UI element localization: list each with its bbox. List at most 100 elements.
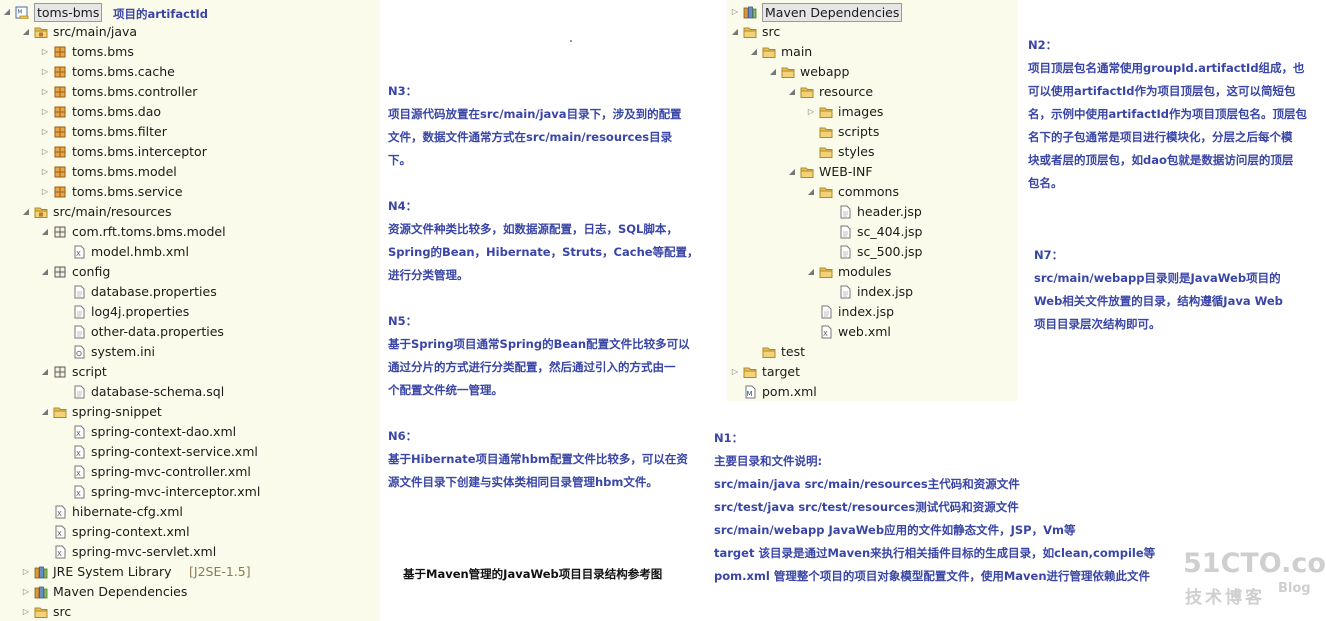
tree-item[interactable]: test	[727, 342, 1018, 362]
tree-item[interactable]: index.jsp	[727, 282, 1018, 302]
folder-icon	[781, 65, 795, 79]
tree-item[interactable]: header.jsp	[727, 202, 1018, 222]
note-n4: N4： 资源文件种类比较多，如数据源配置，日志，SQL脚本， Spring的Bean…	[388, 195, 699, 287]
tree-item[interactable]: ◢ script	[0, 362, 380, 382]
tree-item[interactable]: ◢ main	[727, 42, 1018, 62]
expanded-arrow-icon[interactable]: ◢	[806, 182, 816, 202]
tree-item[interactable]: Xhibernate-cfg.xml	[0, 502, 380, 522]
note-line: src/test/java src/test/resources测试代码和资源文…	[714, 500, 1019, 514]
tree-item[interactable]: ▷ toms.bms.filter	[0, 122, 380, 142]
collapsed-arrow-icon[interactable]: ▷	[40, 102, 50, 122]
svg-text:X: X	[76, 450, 81, 458]
expanded-arrow-icon[interactable]: ◢	[40, 262, 50, 282]
tree-item-label: toms.bms.controller	[72, 84, 198, 99]
collapsed-arrow-icon[interactable]: ▷	[21, 562, 31, 582]
expanded-arrow-icon[interactable]: ◢	[787, 82, 797, 102]
tree-item[interactable]: Xweb.xml	[727, 322, 1018, 342]
tree-item-label: images	[838, 104, 884, 119]
collapsed-arrow-icon[interactable]: ▷	[40, 62, 50, 82]
tree-item[interactable]: ▷ src	[0, 602, 380, 621]
tree-item[interactable]: Xspring-mvc-controller.xml	[0, 462, 380, 482]
maven-file-icon: M	[743, 385, 757, 399]
note-n7: N7： src/main/webapp目录则是JavaWeb项目的 Web相关文件放…	[1034, 244, 1283, 336]
tree-item-label: src	[762, 24, 781, 39]
expanded-arrow-icon[interactable]: ◢	[40, 222, 50, 242]
expanded-arrow-icon[interactable]: ◢	[768, 62, 778, 82]
collapsed-arrow-icon[interactable]: ▷	[40, 42, 50, 62]
collapsed-arrow-icon[interactable]: ▷	[40, 142, 50, 162]
tree-item[interactable]: ▷ Maven Dependencies	[727, 2, 1018, 22]
expanded-arrow-icon[interactable]: ◢	[806, 262, 816, 282]
collapsed-arrow-icon[interactable]: ▷	[40, 182, 50, 202]
watermark-blog: Blog	[1278, 581, 1311, 596]
tree-item[interactable]: ▷ toms.bms.model	[0, 162, 380, 182]
tree-item[interactable]: Xmodel.hmb.xml	[0, 242, 380, 262]
expanded-arrow-icon[interactable]: ◢	[749, 42, 759, 62]
expanded-arrow-icon[interactable]: ◢	[40, 402, 50, 422]
tree-item[interactable]: ◢ com.rft.toms.bms.model	[0, 222, 380, 242]
expanded-arrow-icon[interactable]: ◢	[730, 22, 740, 42]
tree-item[interactable]: Mpom.xml	[727, 382, 1018, 401]
source-folder-icon	[34, 25, 48, 39]
tree-item[interactable]: ◢ resource	[727, 82, 1018, 102]
tree-item[interactable]: ▷ toms.bms.cache	[0, 62, 380, 82]
tree-item[interactable]: ◢ src	[727, 22, 1018, 42]
tree-item[interactable]: ▷ toms.bms.dao	[0, 102, 380, 122]
collapsed-arrow-icon[interactable]: ▷	[40, 82, 50, 102]
tree-item[interactable]: ▷ toms.bms	[0, 42, 380, 62]
note-line: 项目顶层包名通常使用groupId.artifactId组成，也	[1028, 61, 1305, 75]
tree-item[interactable]: Xspring-context-service.xml	[0, 442, 380, 462]
tree-item[interactable]: ▷ images	[727, 102, 1018, 122]
tree-item-label: test	[781, 344, 806, 359]
collapsed-arrow-icon[interactable]: ▷	[730, 2, 740, 22]
expanded-arrow-icon[interactable]: ◢	[2, 2, 12, 22]
expanded-arrow-icon[interactable]: ◢	[21, 202, 31, 222]
tree-item[interactable]: log4j.properties	[0, 302, 380, 322]
tree-item[interactable]: ▷ toms.bms.service	[0, 182, 380, 202]
resource-package-icon	[53, 365, 67, 379]
tree-item[interactable]: database-schema.sql	[0, 382, 380, 402]
tree-item[interactable]: ◢ commons	[727, 182, 1018, 202]
collapsed-arrow-icon[interactable]: ▷	[21, 602, 31, 621]
tree-item[interactable]: Xspring-context.xml	[0, 522, 380, 542]
tree-item[interactable]: styles	[727, 142, 1018, 162]
collapsed-arrow-icon[interactable]: ▷	[21, 582, 31, 602]
tree-item[interactable]: index.jsp	[727, 302, 1018, 322]
tree-item[interactable]: ◢ src/main/resources	[0, 202, 380, 222]
tree-item-label: header.jsp	[857, 204, 922, 219]
tree-item-suffix: [J2SE-1.5]	[189, 564, 251, 579]
tree-item[interactable]: Xspring-mvc-interceptor.xml	[0, 482, 380, 502]
collapsed-arrow-icon[interactable]: ▷	[806, 102, 816, 122]
tree-item[interactable]: sc_500.jsp	[727, 242, 1018, 262]
tree-item[interactable]: ◢ webapp	[727, 62, 1018, 82]
tree-item[interactable]: ◢ src/main/java	[0, 22, 380, 42]
tree-item[interactable]: database.properties	[0, 282, 380, 302]
expanded-arrow-icon[interactable]: ◢	[787, 162, 797, 182]
folder-icon	[800, 165, 814, 179]
tree-item[interactable]: Xspring-context-dao.xml	[0, 422, 380, 442]
tree-item[interactable]: ▷ toms.bms.interceptor	[0, 142, 380, 162]
tree-item[interactable]: ◢ WEB-INF	[727, 162, 1018, 182]
tree-item[interactable]: other-data.properties	[0, 322, 380, 342]
expanded-arrow-icon[interactable]: ◢	[40, 362, 50, 382]
collapsed-arrow-icon[interactable]: ▷	[40, 162, 50, 182]
tree-item[interactable]: ◢ config	[0, 262, 380, 282]
tree-item[interactable]: ▷ target	[727, 362, 1018, 382]
left-project-tree: ◢ Mtoms-bms ◢ src/main/java ▷ toms.bms ▷ toms.b…	[0, 0, 380, 621]
tree-item[interactable]: Xspring-mvc-servlet.xml	[0, 542, 380, 562]
tree-item[interactable]: sc_404.jsp	[727, 222, 1018, 242]
tree-item[interactable]: ▷ toms.bms.controller	[0, 82, 380, 102]
tree-item[interactable]: ▷ Maven Dependencies	[0, 582, 380, 602]
tree-item[interactable]: system.ini	[0, 342, 380, 362]
expanded-arrow-icon[interactable]: ◢	[21, 22, 31, 42]
tree-item[interactable]: ◢ spring-snippet	[0, 402, 380, 422]
tree-item[interactable]: scripts	[727, 122, 1018, 142]
note-line: Web相关文件放置的目录，结构遵循Java Web	[1034, 294, 1283, 308]
collapsed-arrow-icon[interactable]: ▷	[730, 362, 740, 382]
tree-item-label: log4j.properties	[91, 304, 190, 319]
note-n6: N6： 基于Hibernate项目通常hbm配置文件比较多，可以在资 源文件目录下创…	[388, 425, 688, 494]
collapsed-arrow-icon[interactable]: ▷	[40, 122, 50, 142]
note-line: 文件，数据文件通常方式在src/main/resources目录	[388, 130, 673, 144]
tree-item[interactable]: ◢ modules	[727, 262, 1018, 282]
tree-item[interactable]: ▷ JRE System Library [J2SE-1.5]	[0, 562, 380, 582]
